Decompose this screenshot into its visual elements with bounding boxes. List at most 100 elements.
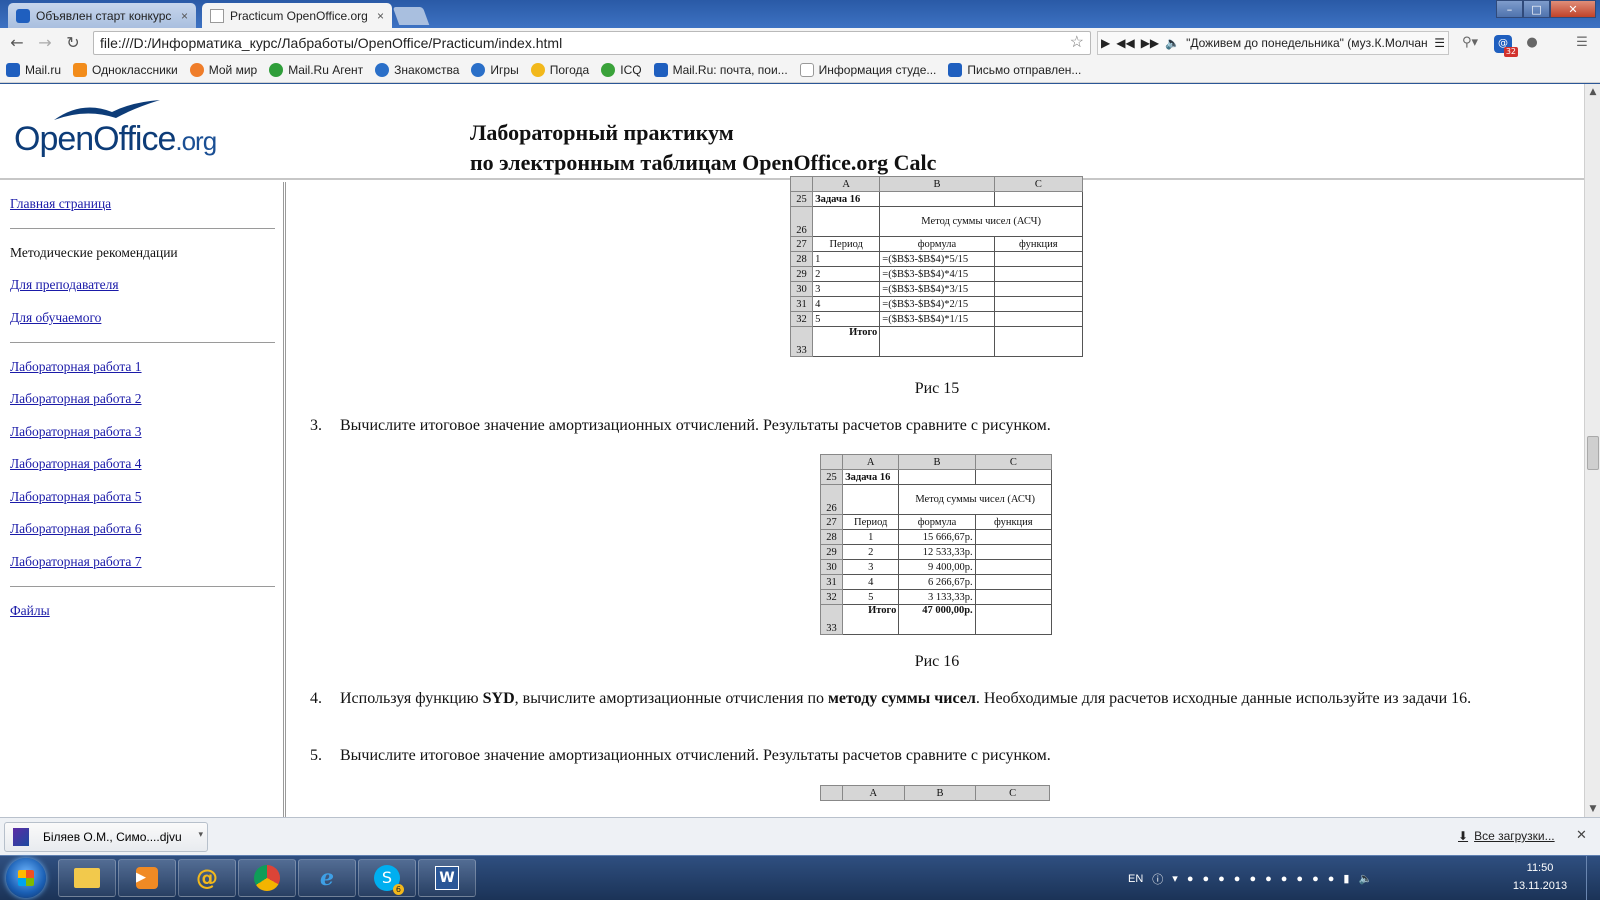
scroll-down-icon[interactable]: ▼: [1585, 801, 1600, 817]
column-header-row: A B C: [819, 454, 1053, 470]
sidebar-link-files[interactable]: Файлы: [10, 603, 50, 619]
mail-ru-favicon-icon: [16, 8, 30, 23]
network-signal-icon[interactable]: ▮: [1343, 872, 1349, 885]
sidebar-link-lab-7[interactable]: Лабораторная работа 7: [10, 554, 142, 570]
tray-app-icon[interactable]: ●: [1328, 873, 1335, 885]
play-icon[interactable]: ▶: [1101, 32, 1110, 54]
bookmark-item[interactable]: Мой мир: [189, 63, 257, 77]
bookmark-item[interactable]: Mail.Ru Агент: [269, 63, 363, 77]
logo-suffix: .org: [175, 126, 217, 156]
show-desktop-button[interactable]: [1586, 856, 1600, 900]
divider: [10, 342, 275, 343]
close-icon[interactable]: ×: [181, 9, 188, 23]
tray-app-icon[interactable]: ●: [1249, 873, 1256, 885]
maximize-icon[interactable]: □: [1523, 0, 1550, 18]
sidebar-link-lab-4[interactable]: Лабораторная работа 4: [10, 456, 142, 472]
mail-agent-icon[interactable]: @32: [1490, 32, 1518, 57]
bookmark-item[interactable]: Погода: [530, 63, 589, 77]
step-4: 4. Используя функцию SYD, вычислите амор…: [310, 690, 1472, 707]
media-menu-icon[interactable]: ☰: [1434, 32, 1445, 54]
word-icon[interactable]: W: [418, 859, 476, 897]
bluetooth-icon[interactable]: ●: [1218, 873, 1225, 885]
new-tab-button[interactable]: [392, 7, 430, 25]
skype-icon[interactable]: S6: [358, 859, 416, 897]
scroll-up-icon[interactable]: ▲: [1585, 84, 1600, 100]
volume-icon[interactable]: 🔈: [1358, 872, 1372, 885]
document-icon: [799, 63, 814, 77]
odnoklassniki-icon: [73, 63, 88, 77]
tray-app-icon[interactable]: ●: [1187, 873, 1194, 885]
help-icon[interactable]: ⓘ: [1152, 871, 1163, 887]
forward-icon[interactable]: →: [34, 33, 56, 53]
sidebar-link-lab-6[interactable]: Лабораторная работа 6: [10, 521, 142, 537]
mail-agent-app-icon[interactable]: @: [178, 859, 236, 897]
tray-app-icon[interactable]: ●: [1265, 873, 1272, 885]
tray-app-icon[interactable]: ●: [1202, 873, 1209, 885]
window-close-icon[interactable]: ✕: [1550, 0, 1596, 18]
mailru-icon: [653, 63, 668, 77]
download-item[interactable]: Біляев О.М., Симо....djvu ▾: [4, 822, 208, 852]
language-indicator[interactable]: EN: [1128, 873, 1143, 885]
sidebar-link-lab-5[interactable]: Лабораторная работа 5: [10, 489, 142, 505]
bookmark-item[interactable]: Игры: [471, 63, 519, 77]
bookmark-item[interactable]: ICQ: [601, 63, 642, 77]
vertical-scrollbar[interactable]: ▲ ▼: [1584, 84, 1600, 817]
sidebar-link-teacher[interactable]: Для преподавателя: [10, 277, 119, 293]
minimize-icon[interactable]: –: [1496, 0, 1523, 18]
sidebar-link-home[interactable]: Главная страница: [10, 196, 111, 212]
sidebar-link-lab-3[interactable]: Лабораторная работа 3: [10, 424, 142, 440]
tray-arrow-icon[interactable]: ▾: [1172, 872, 1178, 885]
sidebar-link-student[interactable]: Для обучаемого: [10, 310, 101, 326]
media-player-icon[interactable]: ▶: [118, 859, 176, 897]
explorer-folder-icon[interactable]: [58, 859, 116, 897]
bookmark-item[interactable]: Mail.ru: [6, 63, 61, 77]
fast-forward-icon[interactable]: ▶▶: [1141, 32, 1159, 54]
figure-caption: Рис 15: [914, 380, 960, 397]
tray-app-icon[interactable]: ●: [1234, 873, 1241, 885]
windows-logo-icon: [18, 870, 34, 886]
divider: [10, 586, 275, 587]
table-row: 31 4 =($B$3-$B$4)*2/15: [789, 296, 1084, 312]
search-icon[interactable]: ⚲▾: [1455, 32, 1485, 54]
bookmark-star-icon[interactable]: ☆: [1070, 32, 1084, 54]
start-button[interactable]: [6, 858, 46, 898]
media-player-widget[interactable]: ▶ ◀◀ ▶▶ 🔈 "Доживем до понедельника" (муз…: [1097, 31, 1449, 55]
close-icon[interactable]: ×: [377, 9, 384, 23]
tab-practicum[interactable]: Practicum OpenOffice.org ×: [202, 3, 392, 28]
table-row: 31 4 6 266,67р.: [819, 574, 1053, 590]
sidebar-link-lab-2[interactable]: Лабораторная работа 2: [10, 391, 142, 407]
bookmark-item[interactable]: Информация студе...: [799, 63, 936, 77]
spreadsheet-figure-17: A B C: [820, 785, 1050, 801]
scrollbar-thumb[interactable]: [1587, 436, 1599, 470]
bookmark-item[interactable]: Одноклассники: [73, 63, 178, 77]
address-bar[interactable]: file:///D:/Информатика_курс/Лабработы/Op…: [93, 31, 1091, 55]
settings-menu-icon[interactable]: ☰: [1570, 32, 1594, 54]
extension-icon[interactable]: ●: [1520, 32, 1544, 54]
rewind-icon[interactable]: ◀◀: [1116, 32, 1134, 54]
close-icon[interactable]: ✕: [1576, 827, 1587, 843]
bookmark-item[interactable]: Mail.Ru: почта, пои...: [653, 63, 788, 77]
reload-icon[interactable]: ↻: [62, 33, 84, 53]
back-icon[interactable]: ←: [6, 33, 28, 53]
all-downloads-link[interactable]: ⬇ Все загрузки...: [1458, 829, 1555, 843]
tray-app-icon[interactable]: ●: [1281, 873, 1288, 885]
system-clock[interactable]: 11:50 13.11.2013: [1505, 859, 1575, 895]
chrome-icon[interactable]: [238, 859, 296, 897]
internet-explorer-icon[interactable]: e: [298, 859, 356, 897]
title-bar: Объявлен старт конкурс × Practicum OpenO…: [0, 0, 1600, 28]
step-3: 3. Вычислите итоговое значение амортизац…: [310, 417, 1051, 434]
volume-icon[interactable]: 🔈: [1165, 32, 1180, 54]
spreadsheet-figure-15: A B C 25 Задача 16 26 Метод суммы чисел …: [789, 176, 1084, 357]
bookmark-item[interactable]: Знакомства: [375, 63, 459, 77]
tab-contest[interactable]: Объявлен старт конкурс ×: [8, 3, 196, 28]
bookmark-item[interactable]: Письмо отправлен...: [948, 63, 1081, 77]
djvu-file-icon: [13, 828, 29, 846]
browser-toolbar: ← → ↻ file:///D:/Информатика_курс/Лабраб…: [0, 28, 1600, 58]
divider: [10, 228, 275, 229]
tray-app-icon[interactable]: ●: [1296, 873, 1303, 885]
sidebar-link-lab-1[interactable]: Лабораторная работа 1: [10, 359, 142, 375]
table-row: 33 Итого: [789, 326, 1084, 357]
tray-app-icon[interactable]: ●: [1312, 873, 1319, 885]
chevron-down-icon[interactable]: ▾: [198, 829, 203, 840]
windows-taskbar: ▶ @ e S6 W EN ⓘ ▾ ● ● ● ● ● ● ● ● ● ● ▮ …: [0, 855, 1600, 900]
